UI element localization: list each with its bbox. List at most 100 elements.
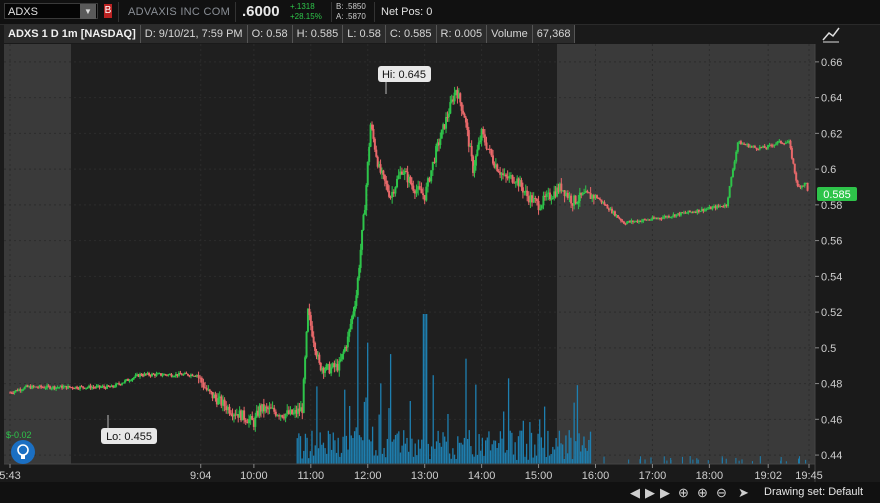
premarket-region	[4, 44, 71, 464]
price-chart[interactable]: 0.66 0.64 0.62 0.6 0.58 0.56 0.54 0.52 0.5 0.48 0.…	[0, 0, 880, 503]
time-axis-tick: 19:45	[795, 470, 823, 482]
volume-bar	[798, 456, 800, 464]
last-price-label: 0.585	[823, 189, 851, 201]
volume-bar	[759, 456, 761, 464]
lightbulb-icon[interactable]	[11, 440, 35, 464]
volume-bar	[548, 455, 551, 464]
scroll-right-icon[interactable]: ▶	[645, 486, 655, 499]
volume-bar	[435, 441, 438, 464]
volume-bar	[475, 384, 477, 464]
zoom-out-icon[interactable]: ⊖	[716, 486, 727, 499]
volume-bar	[401, 445, 403, 464]
time-axis-tick: 17:00	[639, 470, 667, 482]
volume-bar	[462, 444, 464, 464]
volume-bar	[448, 453, 451, 464]
scroll-start-icon[interactable]: ▶	[660, 486, 670, 499]
volume-bar	[735, 457, 737, 464]
zoom-in-icon[interactable]: ⊕	[697, 486, 708, 499]
volume-bar	[329, 434, 331, 464]
chart-title[interactable]: ADXS 1 D 1m [NASDAQ]	[4, 25, 141, 43]
volume-bar	[375, 450, 377, 464]
time-axis-tick: 5:43	[0, 470, 21, 482]
volume-bar	[483, 455, 485, 464]
volume-bar	[517, 436, 520, 464]
volume-bar	[380, 383, 382, 464]
volume-bar	[780, 457, 782, 464]
volume-bar	[296, 438, 298, 464]
volume-bar	[404, 443, 407, 464]
volume-bar	[557, 446, 559, 464]
volume-bar	[353, 431, 356, 464]
volume-bar	[393, 439, 395, 464]
time-axis-tick: 16:00	[582, 470, 610, 482]
candle	[356, 276, 359, 299]
volume-bar	[603, 456, 605, 464]
volume-bar	[367, 342, 369, 464]
volume-bar	[303, 450, 305, 464]
volume-bar	[389, 354, 392, 464]
candle	[806, 182, 809, 192]
volume-bar	[340, 452, 343, 464]
volume-bar	[584, 448, 587, 464]
volume-bar	[458, 442, 461, 464]
volume-bar	[398, 431, 400, 464]
volume-bar	[524, 456, 526, 464]
lo-callout-label: Lo: 0.455	[106, 431, 152, 443]
volume-bar	[463, 437, 466, 464]
volume-bar	[480, 450, 482, 464]
volume-bar	[575, 441, 577, 464]
volume-bar	[332, 432, 334, 464]
scroll-left-icon[interactable]: ◀	[630, 486, 640, 499]
price-axis-tick: 0.48	[821, 379, 842, 391]
volume-bar	[304, 433, 307, 464]
volume-bar	[560, 443, 562, 464]
volume-bar	[689, 456, 691, 464]
chart-style-icon[interactable]	[821, 24, 841, 44]
alert-icon[interactable]: B	[104, 4, 112, 18]
volume-bar	[507, 378, 510, 464]
volume-bar	[457, 436, 459, 464]
volume-bar	[355, 427, 357, 464]
volume-bar	[489, 450, 492, 464]
volume-bar	[707, 460, 709, 464]
time-axis-tick: 18:00	[696, 470, 724, 482]
candle	[730, 176, 733, 188]
volume-bar	[440, 446, 443, 464]
volume-bar	[725, 458, 727, 464]
volume-bar	[417, 439, 420, 464]
volume-bar	[696, 458, 698, 464]
volume-bar	[352, 438, 354, 464]
volume-bar	[419, 448, 421, 464]
drawing-set-label[interactable]: Drawing set: Default	[764, 486, 863, 498]
volume-bar	[358, 435, 361, 464]
volume-bar	[586, 450, 588, 464]
quote-bar: ADXS ▼ B ADVAXIS INC COM .6000 +.1318 +2…	[0, 0, 880, 25]
time-axis-tick: 12:00	[354, 470, 382, 482]
volume-bar	[540, 437, 543, 464]
volume-bar	[470, 446, 472, 464]
volume-bar	[798, 458, 800, 464]
chevron-down-icon[interactable]: ▼	[80, 4, 96, 19]
bar-range: R: 0.005	[436, 25, 488, 43]
volume-bar	[319, 432, 321, 464]
volume-bar	[644, 459, 646, 464]
price-axis-tick: 0.6	[821, 164, 836, 176]
volume-bar	[514, 442, 516, 464]
volume-bar	[481, 437, 484, 464]
volume-bar	[326, 453, 328, 464]
volume-bar	[316, 386, 318, 464]
volume-bar	[681, 456, 683, 464]
volume-bar	[527, 459, 529, 464]
volume-bar	[741, 459, 743, 464]
volume-bar	[299, 436, 302, 464]
volume-bar	[324, 448, 326, 464]
volume-bar	[805, 459, 807, 464]
volume-bar	[535, 455, 538, 464]
cursor-icon[interactable]: ➤	[738, 486, 749, 499]
divider	[118, 2, 119, 22]
crosshair-icon[interactable]: ⊕	[678, 486, 689, 499]
volume-bar	[580, 451, 582, 464]
volume-bar	[666, 460, 668, 464]
volume-bar	[314, 445, 316, 464]
volume-bar	[378, 414, 380, 464]
